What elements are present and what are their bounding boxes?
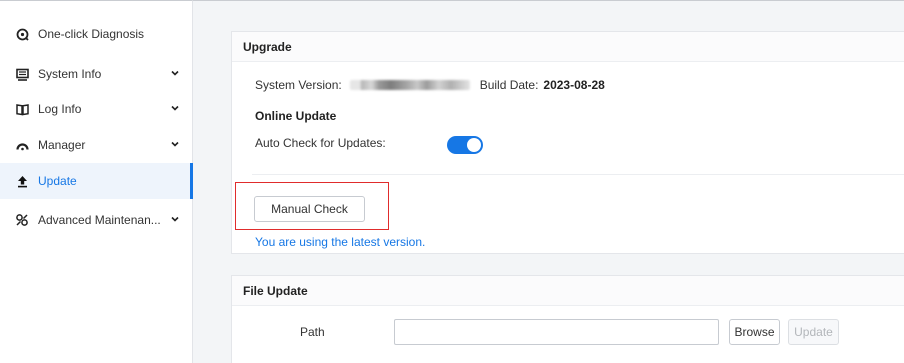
manual-check-button[interactable]: Manual Check [254,196,365,222]
update-button[interactable]: Update [788,319,839,345]
file-update-panel: File Update Path Browse Update [231,275,904,363]
sidebar-item-one-click-diagnosis[interactable]: One-click Diagnosis [0,16,192,52]
diagnosis-icon [15,27,29,41]
sidebar-item-label: One-click Diagnosis [38,27,145,41]
monitor-icon [15,67,29,81]
auto-check-label: Auto Check for Updates: [255,136,386,150]
sidebar-item-manager[interactable]: Manager [0,127,192,163]
system-version-value-redacted [349,80,470,90]
build-date-label: Build Date: [479,78,539,92]
sidebar-item-label: Log Info [38,102,82,116]
sidebar-item-log-info[interactable]: Log Info [0,91,192,127]
file-update-panel-title: File Update [232,276,904,306]
main-content: Upgrade System Version: Build Date: 2023… [193,0,904,363]
sidebar: One-click Diagnosis System Info Log Info… [0,0,193,363]
sidebar-item-advanced-maintenance[interactable]: Advanced Maintenan... [0,202,192,238]
system-version-label: System Version: [255,78,342,92]
sidebar-item-update[interactable]: Update [0,163,193,199]
upgrade-panel: Upgrade System Version: Build Date: 2023… [231,31,904,254]
chevron-down-icon [171,70,179,76]
sidebar-item-label: Advanced Maintenan... [38,213,161,227]
sidebar-item-label: System Info [38,67,102,81]
sidebar-item-label: Update [38,174,77,188]
build-date-value: 2023-08-28 [543,78,605,92]
path-input[interactable] [394,319,719,345]
sidebar-item-label: Manager [38,138,86,152]
system-version-row: System Version: Build Date: 2023-08-28 [255,78,605,92]
update-status-text: You are using the latest version. [255,235,426,249]
maintenance-icon [15,213,29,227]
auto-check-toggle[interactable] [447,136,483,154]
chevron-down-icon [171,105,179,111]
chevron-down-icon [171,141,179,147]
book-icon [15,102,29,116]
chevron-down-icon [171,216,179,222]
path-label: Path [300,325,325,339]
sidebar-item-system-info[interactable]: System Info [0,56,192,92]
upload-icon [15,174,29,188]
gauge-icon [15,138,29,152]
online-update-title: Online Update [255,109,337,123]
upgrade-divider [252,174,904,175]
upgrade-panel-title: Upgrade [232,32,904,62]
browse-button[interactable]: Browse [729,319,780,345]
